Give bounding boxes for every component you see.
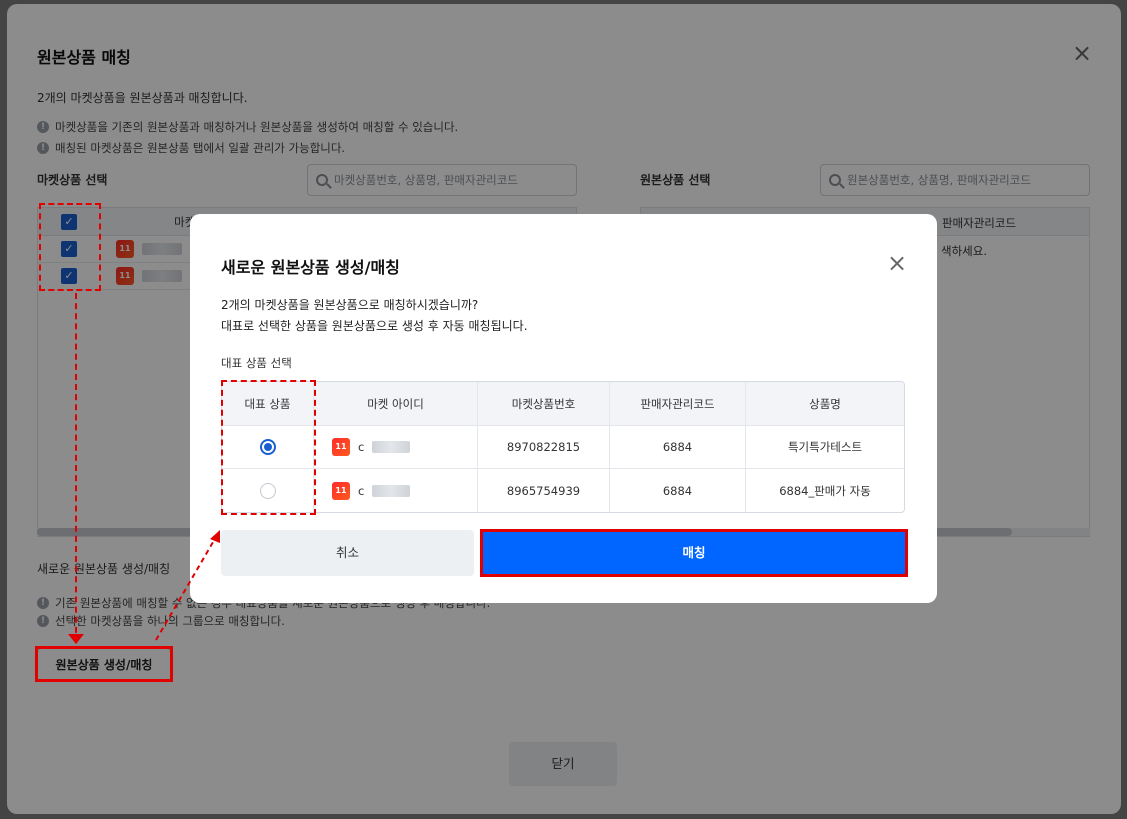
cancel-button[interactable]: 취소	[221, 530, 474, 576]
representative-radio[interactable]	[259, 439, 276, 455]
product-no: 8965754939	[478, 469, 610, 512]
product-no: 8970822815	[478, 426, 610, 468]
blurred-id	[372, 484, 411, 497]
representative-table: 대표 상품 마켓 아이디 마켓상품번호 판매자관리코드 상품명 11 c 897…	[221, 381, 905, 513]
match-button[interactable]: 매칭	[481, 530, 907, 576]
col-header: 마켓상품번호	[478, 382, 610, 425]
11st-logo-icon: 11	[332, 481, 350, 500]
product-name: 6884_판매가 자동	[779, 483, 871, 498]
close-icon[interactable]: ×	[886, 251, 908, 275]
product-name: 특기특가테스트	[787, 440, 863, 454]
market-id: c	[358, 440, 365, 454]
modal-question: 2개의 마켓상품을 원본상품으로 매칭하시겠습니까?	[221, 298, 479, 312]
seller-code: 6884	[610, 469, 746, 512]
col-header: 상품명	[809, 396, 841, 411]
create-match-modal: 새로운 원본상품 생성/매칭 × 2개의 마켓상품을 원본상품으로 매칭하시겠습…	[190, 214, 937, 603]
modal-explanation: 대표로 선택한 상품을 원본상품으로 생성 후 자동 매칭됩니다.	[221, 319, 528, 333]
market-id: c	[358, 483, 365, 498]
blurred-id	[372, 441, 411, 453]
table-header-row: 대표 상품 마켓 아이디 마켓상품번호 판매자관리코드 상품명	[222, 382, 904, 426]
representative-subheading: 대표 상품 선택	[221, 356, 292, 370]
representative-radio[interactable]	[259, 482, 276, 499]
col-header: 판매자관리코드	[610, 382, 746, 425]
table-row[interactable]: 11 c 8970822815 6884 특기특가테스트	[222, 426, 904, 469]
11st-logo-icon: 11	[332, 438, 350, 456]
col-header: 마켓 아이디	[314, 382, 478, 425]
col-header: 대표 상품	[222, 382, 314, 425]
seller-code: 6884	[610, 426, 746, 468]
modal-title: 새로운 원본상품 생성/매칭	[221, 258, 400, 277]
table-row[interactable]: 11 c 8965754939 6884 6884_판매가 자동	[222, 469, 904, 512]
